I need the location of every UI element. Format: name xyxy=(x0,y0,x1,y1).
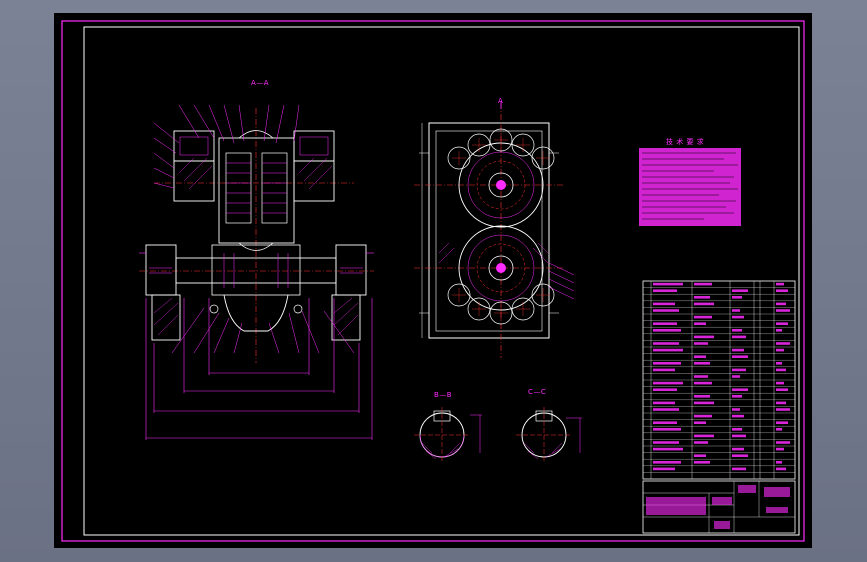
table-cell-text xyxy=(776,322,788,325)
table-cell-text xyxy=(694,454,706,457)
table-cell-text xyxy=(732,408,740,411)
table-cell-text xyxy=(732,428,742,431)
table-cell-text xyxy=(776,388,788,391)
plan-view xyxy=(414,101,575,358)
table-cell-text xyxy=(653,421,677,424)
table-cell-text xyxy=(694,362,710,365)
table-cell-text xyxy=(776,289,788,292)
table-cell-text xyxy=(694,282,712,286)
section-a-label: A—A xyxy=(251,79,270,87)
table-cell-text xyxy=(732,329,742,332)
table-cell-text xyxy=(732,355,748,358)
table-cell-text xyxy=(694,375,708,378)
table-cell-text xyxy=(653,467,675,471)
table-cell-text xyxy=(732,315,744,319)
table-cell-text xyxy=(694,342,708,345)
notes-heading: 技 术 要 求 xyxy=(666,138,705,146)
table-cell-text xyxy=(653,309,679,312)
table-cell-text xyxy=(732,368,746,372)
table-cell-text xyxy=(776,381,784,385)
table-cell-text xyxy=(776,447,784,451)
table-cell-text xyxy=(732,375,740,378)
table-cell-text xyxy=(653,428,681,431)
table-cell-text xyxy=(653,408,679,411)
table-cell-text xyxy=(776,428,782,431)
table-cell-text xyxy=(776,362,782,365)
table-cell-text xyxy=(776,342,790,345)
table-cell-text xyxy=(694,441,708,444)
table-cell-text xyxy=(776,282,784,286)
table-cell-text xyxy=(776,441,790,444)
table-cell-text xyxy=(732,414,744,418)
table-cell-text xyxy=(653,302,675,306)
table-cell-text xyxy=(653,388,677,391)
table-cell-text xyxy=(694,322,706,325)
table-cell-text xyxy=(776,401,786,405)
section-c-view xyxy=(516,407,582,463)
table-cell-text xyxy=(653,342,679,345)
table-cell-text xyxy=(732,454,748,457)
table-cell-text xyxy=(694,401,714,405)
table-cell-text xyxy=(653,461,681,464)
section-view-a xyxy=(139,104,374,440)
table-cell-text xyxy=(694,421,706,424)
table-cell-text xyxy=(653,381,683,385)
table-cell-text xyxy=(653,348,683,352)
table-cell-text xyxy=(732,335,746,339)
table-cell-text xyxy=(653,362,681,365)
table-cell-text xyxy=(776,329,782,332)
table-cell-text xyxy=(653,322,677,325)
table-cell-text xyxy=(653,329,681,332)
table-cell-text xyxy=(653,447,683,451)
table-cell-text xyxy=(694,381,712,385)
top-view-marker: A xyxy=(498,97,504,105)
table-cell-text xyxy=(776,302,786,306)
table-cell-text xyxy=(732,309,740,312)
table-cell-text xyxy=(732,467,746,471)
table-cell-text xyxy=(653,401,675,405)
table-cell-text xyxy=(694,302,714,306)
table-cell-text xyxy=(694,315,712,319)
table-cell-text xyxy=(653,282,683,286)
table-cell-text xyxy=(694,434,714,438)
table-cell-text xyxy=(694,414,712,418)
table-cell-text xyxy=(776,461,782,464)
table-cell-text xyxy=(732,388,748,391)
table-cell-text xyxy=(694,355,706,358)
table-cell-text xyxy=(732,434,746,438)
table-cell-text xyxy=(653,368,675,372)
table-cell-text xyxy=(653,441,679,444)
table-cell-text xyxy=(776,421,788,424)
cad-drawing xyxy=(61,20,805,542)
table-cell-text xyxy=(732,289,748,292)
table-cell-text xyxy=(694,461,710,464)
table-cell-text xyxy=(653,289,677,292)
parts-list-table xyxy=(642,280,796,480)
table-cell-text xyxy=(694,335,714,339)
table-cell-text xyxy=(732,447,744,451)
table-cell-text xyxy=(732,395,742,398)
table-cell-text xyxy=(694,395,710,398)
section-b-view xyxy=(414,407,482,463)
technical-notes-block xyxy=(639,148,741,226)
section-b-label: B—B xyxy=(434,391,453,399)
table-cell-text xyxy=(732,348,744,352)
table-cell-text xyxy=(776,348,784,352)
table-cell-text xyxy=(732,296,742,299)
title-block xyxy=(642,480,796,534)
table-cell-text xyxy=(776,368,786,372)
table-cell-text xyxy=(776,467,786,471)
table-cell-text xyxy=(694,296,710,299)
drawing-sheet: A—A A B—B C—C 技 术 要 求 xyxy=(54,13,812,548)
table-cell-text xyxy=(776,309,790,312)
section-c-label: C—C xyxy=(528,388,547,396)
table-cell-text xyxy=(776,408,790,411)
